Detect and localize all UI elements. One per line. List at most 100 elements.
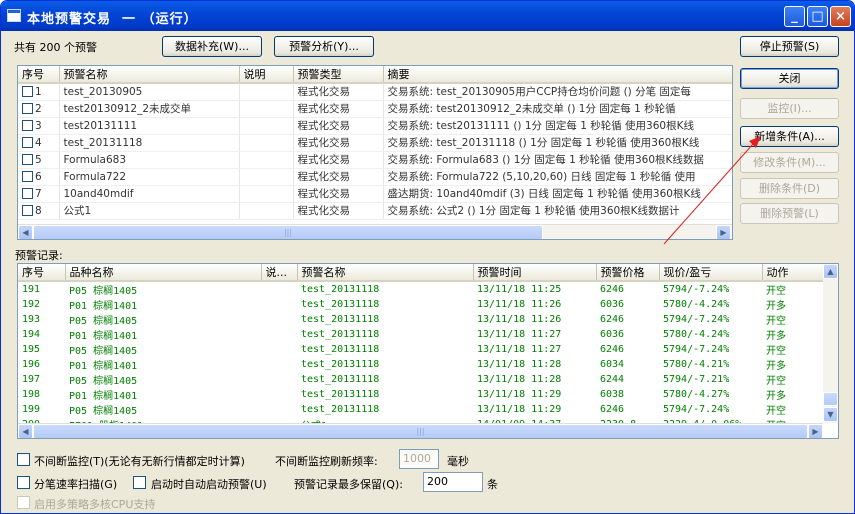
alert-analysis-button[interactable]: 预警分析(Y)... [274, 36, 374, 57]
records-scroll-thumb[interactable] [823, 392, 838, 406]
alert-row-checkbox[interactable] [22, 119, 33, 131]
alert-row[interactable]: 3 test20131111 程式化交易 交易系统: test20131111 () … [18, 117, 732, 135]
alert-row-desc [239, 83, 294, 101]
alert-row-type: 程式化交易 [293, 117, 384, 135]
alert-row[interactable]: 8 公式1 程式化交易 交易系统: 公式2 () 1分 固定每 1 秒轮循 使用360… [18, 202, 732, 220]
auto-start-checkbox[interactable] [133, 476, 146, 489]
max-records-input[interactable]: 200 [423, 472, 483, 492]
record-time: 13/11/18 11:28 [477, 359, 562, 370]
records-list[interactable]: 序号 品种名称 说... 预警名称 预警时间 预警价格 现价/盈亏 动作 191… [17, 263, 839, 439]
record-price: 6246 [600, 404, 625, 415]
alert-list-hscroll[interactable]: ◀ ||| ▶ [18, 224, 732, 239]
alert-row[interactable]: 1 test_20130905 程式化交易 交易系统: test_20130905用户… [18, 83, 732, 101]
record-current: 5780/-4.24% [663, 299, 730, 310]
alert-row[interactable]: 7 10and40mdif 程式化交易 盛达期货: 10and40mdif (3) 日… [18, 185, 732, 203]
alert-row-name: 公式1 [59, 202, 240, 220]
record-name: test_20131118 [301, 404, 380, 415]
record-time: 13/11/18 11:26 [477, 314, 562, 325]
continuous-monitor-checkbox[interactable] [17, 453, 30, 466]
alert-row-no: 1 [35, 85, 42, 98]
minimize-button[interactable]: _ [784, 6, 805, 27]
alert-col-no[interactable]: 序号 [18, 66, 60, 84]
alert-row-no: 3 [35, 119, 42, 132]
data-supplement-button[interactable]: 数据补充(W)... [162, 36, 262, 57]
record-row[interactable]: 198 P01 棕榈1401 test_20131118 13/11/18 11:29… [18, 387, 823, 402]
alert-col-type[interactable]: 预警类型 [293, 66, 384, 84]
multi-core-checkbox[interactable] [17, 496, 30, 509]
alert-col-summary[interactable]: 摘要 [383, 66, 732, 84]
tiered-scan-label: 分笔速率扫描(G) [34, 478, 118, 491]
record-col-time[interactable]: 预警时间 [473, 264, 597, 282]
records-vscroll[interactable]: ▲ ▼ [823, 264, 838, 423]
record-row[interactable]: 193 P05 棕榈1405 test_20131118 13/11/18 11:26… [18, 312, 823, 327]
record-name: test_20131118 [301, 284, 380, 295]
alert-row[interactable]: 6 Formula722 程式化交易 交易系统: Formula722 (5,10,2… [18, 168, 732, 186]
alert-col-name[interactable]: 预警名称 [59, 66, 240, 84]
record-current: 5780/-4.24% [663, 329, 730, 340]
alert-list[interactable]: 序号 预警名称 说明 预警类型 摘要 1 test_20130905 程式化交易 交易… [17, 65, 733, 240]
scroll-down-icon[interactable]: ▼ [823, 407, 838, 422]
scroll-thumb[interactable]: ||| [33, 225, 543, 239]
record-row[interactable]: 196 P01 棕榈1401 test_20131118 13/11/18 11:28… [18, 357, 823, 372]
record-no: 191 [22, 284, 41, 295]
alert-row-type: 程式化交易 [293, 151, 384, 169]
alert-row[interactable]: 4 test_20131118 程式化交易 交易系统: test_20131118 (… [18, 134, 732, 152]
alert-count-text: 共有 200 个预警 [14, 41, 97, 54]
record-row[interactable]: 195 P05 棕榈1405 test_20131118 13/11/18 11:27… [18, 342, 823, 357]
refresh-unit-label: 毫秒 [447, 455, 469, 468]
record-col-current[interactable]: 现价/盈亏 [659, 264, 763, 282]
alert-row-checkbox[interactable] [22, 85, 33, 97]
add-condition-button[interactable]: 新增条件(A)... [740, 126, 839, 147]
record-no: 197 [22, 374, 41, 385]
delete-alert-button[interactable]: 删除预警(L) [740, 203, 839, 224]
record-col-price[interactable]: 预警价格 [596, 264, 660, 282]
record-row[interactable]: 199 P05 棕榈1405 test_20131118 13/11/18 11:29… [18, 402, 823, 417]
alert-row-checkbox[interactable] [22, 187, 33, 199]
scroll-up-icon[interactable]: ▲ [823, 264, 838, 279]
stop-alert-button[interactable]: 停止预警(S) [740, 36, 839, 57]
record-col-product[interactable]: 品种名称 [65, 264, 262, 282]
alert-row-checkbox[interactable] [22, 136, 33, 148]
record-row[interactable]: 192 P01 棕榈1401 test_20131118 13/11/18 11:26… [18, 297, 823, 312]
max-records-unit: 条 [487, 478, 498, 491]
records-scroll-left-icon[interactable]: ◀ [18, 424, 33, 438]
title-bar[interactable]: 本地预警交易 一 （运行） _ □ × [1, 1, 854, 31]
record-row[interactable]: 197 P05 棕榈1405 test_20131118 13/11/18 11:28… [18, 372, 823, 387]
alert-row-desc [239, 100, 294, 118]
record-action: 开多 [766, 301, 786, 312]
delete-condition-button[interactable]: 删除条件(D) [740, 178, 839, 199]
alert-row-checkbox[interactable] [22, 102, 33, 114]
record-col-no[interactable]: 序号 [18, 264, 66, 282]
refresh-frequency-input[interactable]: 1000 [399, 449, 439, 469]
modify-condition-button[interactable]: 修改条件(M)... [740, 152, 839, 173]
record-col-desc[interactable]: 说... [261, 264, 298, 282]
maximize-button[interactable]: □ [807, 6, 828, 27]
scroll-right-icon[interactable]: ▶ [716, 225, 731, 239]
record-price: 6246 [600, 284, 625, 295]
alert-row[interactable]: 2 test20130912_2未成交单 程式化交易 交易系统: test201309… [18, 100, 732, 118]
record-desc [261, 342, 297, 357]
main-window: 本地预警交易 一 （运行） _ □ × 共有 200 个预警 数据补充(W)..… [0, 0, 855, 514]
scroll-left-icon[interactable]: ◀ [18, 225, 33, 239]
records-scroll-right-icon[interactable]: ▶ [808, 424, 823, 438]
alert-row-summary: 交易系统: test20131111 () 1分 固定每 1 秒轮循 使用360… [383, 117, 732, 135]
record-current: 5780/-4.27% [663, 389, 730, 400]
record-row[interactable]: 191 P05 棕榈1405 test_20131118 13/11/18 11:25… [18, 281, 823, 297]
record-action: 开空 [766, 346, 786, 357]
records-hscroll-thumb[interactable]: ||| [33, 424, 808, 438]
alert-row-checkbox[interactable] [22, 153, 33, 165]
record-row[interactable]: 194 P01 棕榈1401 test_20131118 13/11/18 11:27… [18, 327, 823, 342]
alert-row[interactable]: 5 Formula683 程式化交易 交易系统: Formula683 () 1分 固… [18, 151, 732, 169]
records-hscroll[interactable]: ◀ ||| ▶ [18, 423, 823, 438]
record-col-name[interactable]: 预警名称 [297, 264, 474, 282]
alert-row-checkbox[interactable] [22, 204, 33, 216]
record-action: 开空 [766, 376, 786, 387]
monitor-button[interactable]: 监控(I)... [740, 98, 839, 119]
record-price: 6036 [600, 299, 625, 310]
close-window-button[interactable]: × [830, 6, 851, 27]
record-col-action[interactable]: 动作 [762, 264, 824, 282]
alert-row-checkbox[interactable] [22, 170, 33, 182]
tiered-scan-checkbox[interactable] [17, 476, 30, 489]
close-button[interactable]: 关闭 [740, 68, 839, 89]
alert-col-desc[interactable]: 说明 [239, 66, 294, 84]
